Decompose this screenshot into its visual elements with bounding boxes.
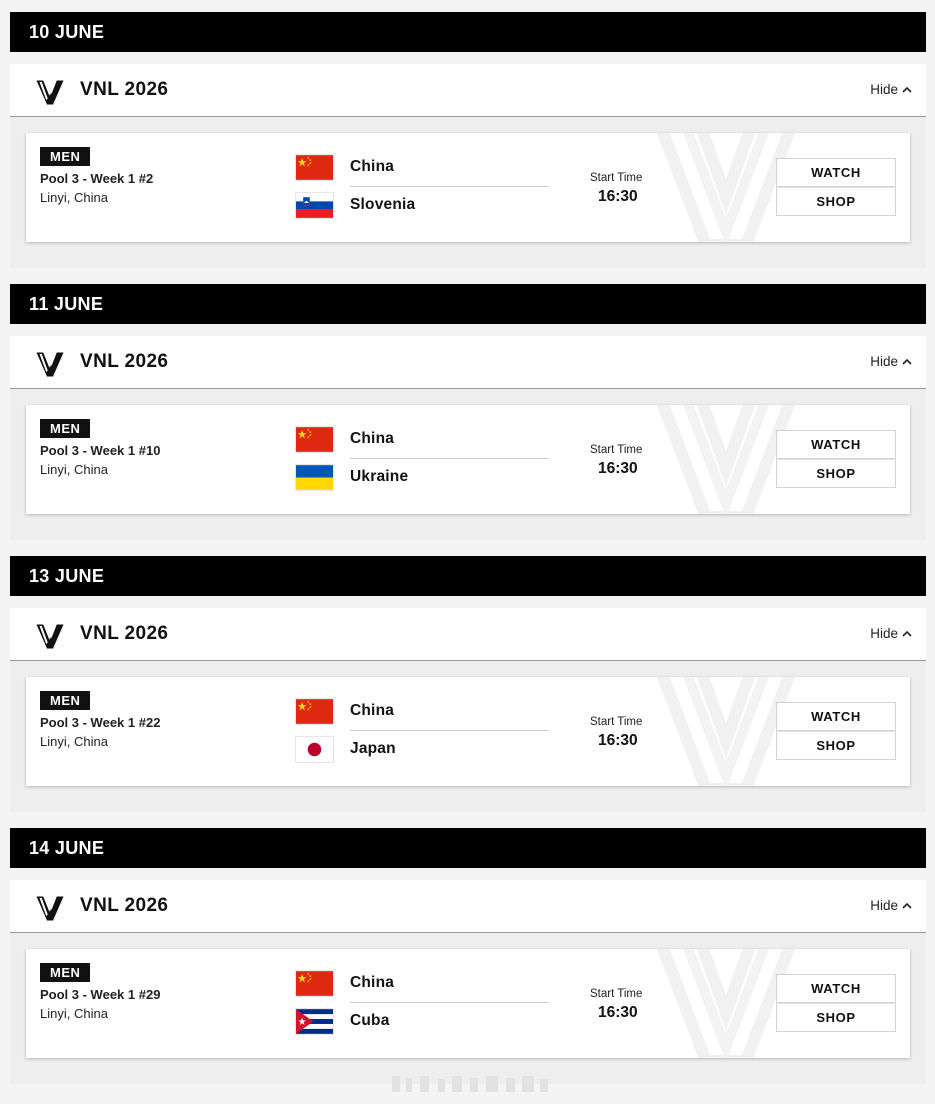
chevron-up-icon [902,85,912,95]
day-section: 13 JUNE VNL 2026 Hide MEN Pool 3 - Week … [10,556,926,812]
home-team-name: China [350,702,395,719]
japan-flag-icon [296,737,333,762]
faint-watermark-icon [392,1076,548,1092]
china-flag-icon [296,699,333,724]
start-time-label: Start Time [590,444,643,456]
team-divider [350,458,549,459]
gender-badge: MEN [40,963,91,982]
home-team[interactable]: China [296,970,394,996]
chevron-up-icon [902,901,912,911]
away-team[interactable]: Ukraine [296,464,408,490]
start-time-value: 16:30 [598,1004,638,1021]
league-group: VNL 2026 Hide MEN Pool 3 - Week 1 #10 Li… [10,336,926,540]
china-flag-icon [296,971,333,996]
league-group: VNL 2026 Hide MEN Pool 3 - Week 1 #2 Lin… [10,64,926,268]
ukraine-flag-icon [296,465,333,490]
date-header: 11 JUNE [10,284,926,324]
hide-toggle-button[interactable]: Hide [870,64,912,116]
match-info: Pool 3 - Week 1 #2 [40,171,154,186]
league-header: VNL 2026 Hide [10,336,926,389]
match-venue: Linyi, China [40,734,108,749]
match-card[interactable]: MEN Pool 3 - Week 1 #10 Linyi, China Chi… [26,405,910,514]
match-info: Pool 3 - Week 1 #22 [40,715,161,730]
hide-toggle-button[interactable]: Hide [870,608,912,660]
start-time-label: Start Time [590,172,643,184]
away-team-name: Japan [350,740,396,757]
shop-button[interactable]: SHOP [776,1003,896,1032]
day-section: 11 JUNE VNL 2026 Hide MEN Pool 3 - Week … [10,284,926,540]
gender-badge: MEN [40,691,91,710]
day-section: 10 JUNE VNL 2026 Hide MEN Pool 3 - Week … [10,12,926,268]
league-group: VNL 2026 Hide MEN Pool 3 - Week 1 #29 Li… [10,880,926,1084]
team-divider [350,186,549,187]
day-section: 14 JUNE VNL 2026 Hide MEN Pool 3 - Week … [10,828,926,1084]
league-name: VNL 2026 [80,623,169,644]
league-header: VNL 2026 Hide [10,64,926,117]
league-header: VNL 2026 Hide [10,608,926,661]
start-time-label: Start Time [590,988,643,1000]
shop-button[interactable]: SHOP [776,731,896,760]
start-time-value: 16:30 [598,732,638,749]
vnl-logo-icon [35,348,65,378]
watch-button[interactable]: WATCH [776,702,896,731]
team-divider [350,1002,549,1003]
home-team-name: China [350,974,395,991]
home-team-name: China [350,430,395,447]
date-header: 14 JUNE [10,828,926,868]
start-time-label: Start Time [590,716,643,728]
league-name: VNL 2026 [80,79,169,100]
match-card[interactable]: MEN Pool 3 - Week 1 #22 Linyi, China Chi… [26,677,910,786]
chevron-up-icon [902,357,912,367]
away-team-name: Slovenia [350,196,416,213]
away-team[interactable]: Slovenia [296,192,415,218]
home-team[interactable]: China [296,154,394,180]
away-team[interactable]: Cuba [296,1008,390,1034]
gender-badge: MEN [40,147,91,166]
league-header: VNL 2026 Hide [10,880,926,933]
vnl-logo-icon [35,76,65,106]
hide-label: Hide [870,354,898,369]
match-info: Pool 3 - Week 1 #29 [40,987,161,1002]
hide-toggle-button[interactable]: Hide [870,880,912,932]
league-name: VNL 2026 [80,351,169,372]
date-header: 13 JUNE [10,556,926,596]
vnl-logo-icon [35,892,65,922]
match-venue: Linyi, China [40,462,108,477]
match-venue: Linyi, China [40,1006,108,1021]
match-venue: Linyi, China [40,190,108,205]
gender-badge: MEN [40,419,91,438]
china-flag-icon [296,427,333,452]
watch-button[interactable]: WATCH [776,974,896,1003]
match-info: Pool 3 - Week 1 #10 [40,443,161,458]
slovenia-flag-icon [296,193,333,218]
shop-button[interactable]: SHOP [776,459,896,488]
vnl-logo-icon [35,620,65,650]
hide-label: Hide [870,898,898,913]
china-flag-icon [296,155,333,180]
date-header: 10 JUNE [10,12,926,52]
shop-button[interactable]: SHOP [776,187,896,216]
home-team[interactable]: China [296,426,394,452]
league-name: VNL 2026 [80,895,169,916]
hide-toggle-button[interactable]: Hide [870,336,912,388]
hide-label: Hide [870,626,898,641]
match-card[interactable]: MEN Pool 3 - Week 1 #2 Linyi, China Chin… [26,133,910,242]
watch-button[interactable]: WATCH [776,158,896,187]
hide-label: Hide [870,82,898,97]
cuba-flag-icon [296,1009,333,1034]
away-team-name: Ukraine [350,468,409,485]
start-time-value: 16:30 [598,460,638,477]
start-time-value: 16:30 [598,188,638,205]
away-team-name: Cuba [350,1012,390,1029]
team-divider [350,730,549,731]
away-team[interactable]: Japan [296,736,396,762]
home-team[interactable]: China [296,698,394,724]
chevron-up-icon [902,629,912,639]
match-card[interactable]: MEN Pool 3 - Week 1 #29 Linyi, China Chi… [26,949,910,1058]
home-team-name: China [350,158,395,175]
league-group: VNL 2026 Hide MEN Pool 3 - Week 1 #22 Li… [10,608,926,812]
watch-button[interactable]: WATCH [776,430,896,459]
